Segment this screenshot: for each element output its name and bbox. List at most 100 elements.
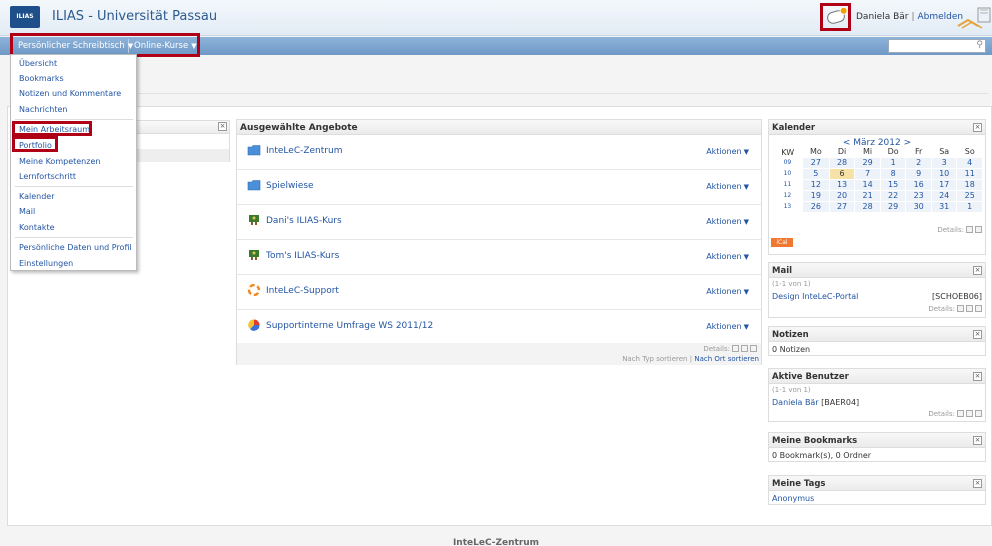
- calendar-day[interactable]: 12: [801, 178, 830, 191]
- calendar-day[interactable]: 24: [930, 189, 958, 202]
- ical-button[interactable]: iCal: [771, 238, 793, 247]
- calendar-week-number[interactable]: 10: [773, 168, 802, 179]
- actions-dropdown[interactable]: Aktionen ▼: [706, 182, 749, 191]
- personal-desktop-dropdown: Übersicht Bookmarks Notizen und Kommenta…: [10, 54, 137, 271]
- chevron-down-icon: ▼: [743, 148, 749, 156]
- calendar-day[interactable]: 8: [879, 167, 907, 180]
- header-bar: ILIAS ILIAS - Universität Passau Daniela…: [0, 0, 992, 36]
- dropdown-item-contacts[interactable]: Kontakte: [19, 223, 55, 232]
- details-level-3-icon[interactable]: [975, 305, 982, 312]
- dropdown-item-settings[interactable]: Einstellungen: [19, 259, 73, 268]
- calendar-day[interactable]: 15: [879, 178, 907, 191]
- calendar-day[interactable]: 26: [801, 200, 830, 213]
- item-link[interactable]: InteLeC-Zentrum: [266, 146, 342, 156]
- calendar-day[interactable]: 3: [930, 156, 958, 169]
- calendar-week-number[interactable]: 09: [773, 157, 802, 168]
- item-link[interactable]: Spielwiese: [266, 181, 314, 191]
- dropdown-item-learning-progress[interactable]: Lernfortschritt: [19, 172, 76, 181]
- calendar-day[interactable]: 6: [828, 167, 856, 180]
- tags-block: Meine Tags × Anonymus: [768, 475, 986, 505]
- mail-subject-link[interactable]: Design InteLeC-Portal: [772, 292, 858, 301]
- ilias-logo[interactable]: ILIAS: [10, 6, 40, 28]
- calendar-day[interactable]: 29: [879, 200, 907, 213]
- calendar-day[interactable]: 17: [930, 178, 958, 191]
- actions-dropdown[interactable]: Aktionen ▼: [706, 252, 749, 261]
- details-level-2-icon[interactable]: [741, 345, 748, 352]
- calendar-day[interactable]: 25: [956, 189, 983, 202]
- details-level-3-icon[interactable]: [750, 345, 757, 352]
- calendar-day[interactable]: 19: [801, 189, 830, 202]
- actions-dropdown[interactable]: Aktionen ▼: [706, 147, 749, 156]
- tag-link[interactable]: Anonymus: [772, 494, 814, 503]
- calendar-day[interactable]: 30: [905, 200, 932, 213]
- calendar-day[interactable]: 28: [854, 200, 881, 213]
- dropdown-item-news[interactable]: Nachrichten: [19, 105, 67, 114]
- calendar-day[interactable]: 20: [828, 189, 856, 202]
- search-input[interactable]: ⚲: [888, 39, 986, 53]
- item-link[interactable]: Dani's ILIAS-Kurs: [266, 216, 342, 226]
- sort-by-location-link[interactable]: Nach Ort sortieren: [694, 355, 759, 363]
- sort-by-type-link[interactable]: Nach Typ sortieren: [622, 355, 687, 363]
- details-level-2-icon[interactable]: [975, 226, 982, 233]
- actions-dropdown[interactable]: Aktionen ▼: [706, 322, 749, 331]
- details-level-1-icon[interactable]: [957, 410, 964, 417]
- calendar-day[interactable]: 18: [956, 178, 983, 191]
- item-link[interactable]: Tom's ILIAS-Kurs: [266, 251, 339, 261]
- calendar-day[interactable]: 11: [956, 167, 983, 180]
- notification-icon[interactable]: [825, 5, 849, 26]
- calendar-day[interactable]: 22: [879, 189, 907, 202]
- dropdown-item-profile[interactable]: Persönliche Daten und Profil: [19, 243, 132, 252]
- item-link[interactable]: InteLeC-Support: [266, 286, 339, 296]
- dropdown-item-calendar[interactable]: Kalender: [19, 192, 55, 201]
- details-level-1-icon[interactable]: [966, 226, 973, 233]
- close-icon[interactable]: ×: [218, 122, 227, 131]
- details-level-2-icon[interactable]: [966, 305, 973, 312]
- item-link[interactable]: Supportinterne Umfrage WS 2011/12: [266, 321, 433, 331]
- close-icon[interactable]: ×: [973, 372, 982, 381]
- dropdown-item-mail[interactable]: Mail: [19, 207, 35, 216]
- calendar-day[interactable]: 13: [828, 178, 856, 191]
- details-level-1-icon[interactable]: [732, 345, 739, 352]
- calendar-week-number[interactable]: 13: [773, 201, 802, 212]
- calendar-day[interactable]: 7: [854, 167, 881, 180]
- dropdown-item-notes[interactable]: Notizen und Kommentare: [19, 89, 121, 98]
- calendar-day[interactable]: 5: [801, 167, 830, 180]
- close-icon[interactable]: ×: [973, 330, 982, 339]
- calendar-day[interactable]: 14: [854, 178, 881, 191]
- calendar-day[interactable]: 21: [854, 189, 881, 202]
- calendar-day[interactable]: 27: [828, 200, 856, 213]
- details-level-1-icon[interactable]: [957, 305, 964, 312]
- details-label: Details:: [937, 226, 964, 234]
- active-user-link[interactable]: Daniela Bär: [772, 398, 819, 407]
- close-icon[interactable]: ×: [973, 123, 982, 132]
- actions-dropdown[interactable]: Aktionen ▼: [706, 287, 749, 296]
- calendar-day[interactable]: 16: [905, 178, 932, 191]
- calendar-week-number[interactable]: 12: [773, 190, 802, 201]
- dropdown-separator: [15, 186, 133, 187]
- actions-dropdown[interactable]: Aktionen ▼: [706, 217, 749, 226]
- dropdown-item-competences[interactable]: Meine Kompetenzen: [19, 157, 100, 166]
- search-icon[interactable]: ⚲: [976, 40, 983, 50]
- details-selector: Details:: [937, 226, 982, 234]
- calendar-day[interactable]: 1: [879, 156, 907, 169]
- calendar-week-number[interactable]: 11: [773, 179, 802, 190]
- dropdown-item-bookmarks[interactable]: Bookmarks: [19, 74, 64, 83]
- close-icon[interactable]: ×: [973, 479, 982, 488]
- footer-text: InteLeC-Zentrum: [452, 538, 540, 546]
- dropdown-item-overview[interactable]: Übersicht: [19, 59, 57, 68]
- calendar-day[interactable]: 1: [956, 200, 983, 213]
- calendar-day[interactable]: 31: [930, 200, 958, 213]
- calendar-day[interactable]: 23: [905, 189, 932, 202]
- details-level-2-icon[interactable]: [966, 410, 973, 417]
- calendar-day[interactable]: 4: [956, 156, 983, 169]
- calendar-day[interactable]: 28: [828, 156, 856, 169]
- calendar-day[interactable]: 27: [801, 156, 830, 169]
- calendar-day[interactable]: 9: [905, 167, 932, 180]
- calendar-day[interactable]: 29: [854, 156, 881, 169]
- close-icon[interactable]: ×: [973, 266, 982, 275]
- calendar-day[interactable]: 10: [930, 167, 958, 180]
- notes-block: Notizen × 0 Notizen: [768, 326, 986, 356]
- close-icon[interactable]: ×: [973, 436, 982, 445]
- calendar-day[interactable]: 2: [905, 156, 932, 169]
- details-level-3-icon[interactable]: [975, 410, 982, 417]
